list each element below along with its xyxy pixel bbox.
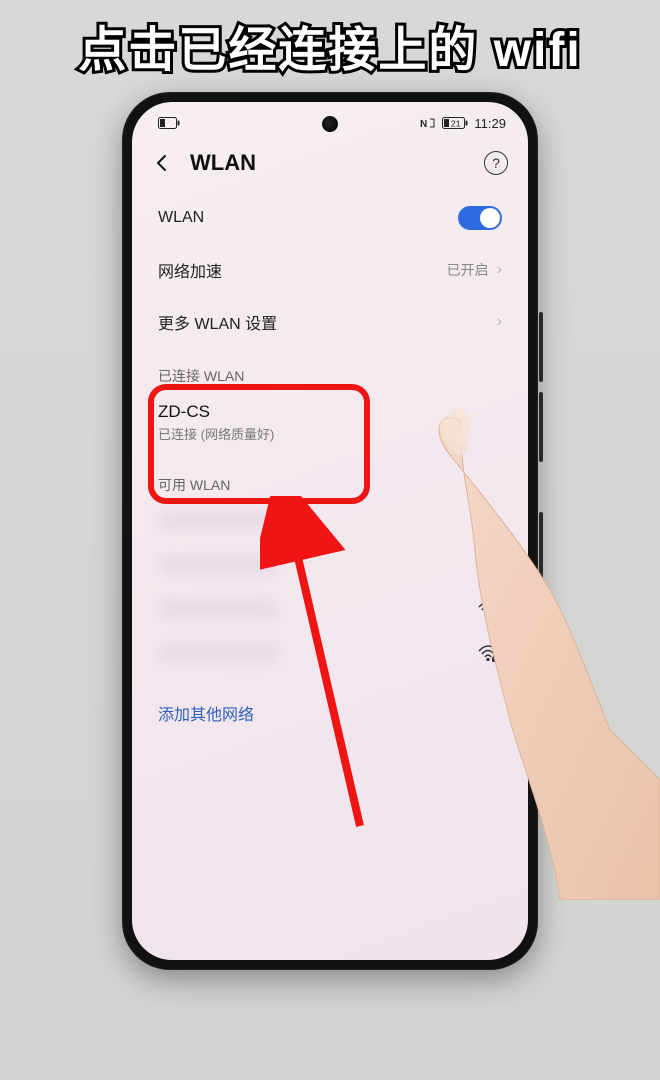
add-network-link[interactable]: 添加其他网络 [138,677,522,749]
help-icon[interactable]: ? [484,151,508,175]
volume-down-button [539,392,543,462]
wlan-toggle-label: WLAN [158,209,458,227]
available-network-item[interactable] [138,501,522,545]
network-accel-value: 已开启 [447,260,489,280]
settings-content: WLAN 网络加速 已开启 › 更多 WLAN 设置 › 已连接 WLAN ZD… [132,192,528,749]
power-button [539,512,543,602]
svg-text:21: 21 [451,119,461,129]
network-accel-label: 网络加速 [158,258,447,282]
wifi-lock-icon [474,599,502,619]
network-accel-row[interactable]: 网络加速 已开启 › [138,244,522,296]
available-network-item[interactable] [138,545,522,589]
available-network-item[interactable] [138,633,522,677]
available-network-item[interactable] [138,589,522,633]
blurred-ssid [158,511,278,531]
battery-status-icon [158,117,180,129]
more-wlan-label: 更多 WLAN 设置 [158,310,497,334]
chevron-right-icon: › [497,313,502,331]
connected-ssid: ZD-CS [158,402,502,422]
battery-right-icon: 21 [442,117,468,129]
connected-section-label: 已连接 WLAN [138,348,522,392]
instruction-caption: 点击已经连接上的 wifi [0,10,660,80]
front-camera [322,116,338,132]
wlan-toggle-row[interactable]: WLAN [138,192,522,244]
blurred-ssid [158,643,278,663]
phone-frame: N 21 11:29 WLAN ? WL [122,92,538,970]
blurred-ssid [158,555,278,575]
volume-up-button [539,312,543,382]
chevron-right-icon: › [497,261,502,279]
status-time: 11:29 [474,116,506,131]
svg-text:N: N [420,119,428,129]
wifi-lock-icon [474,511,502,531]
wlan-toggle-switch[interactable] [458,206,502,230]
connected-network-item[interactable]: ZD-CS 已连接 (网络质量好) [138,392,522,457]
phone-screen: N 21 11:29 WLAN ? WL [132,102,528,960]
page-title: WLAN [190,150,256,176]
blurred-ssid [158,599,278,619]
page-header: WLAN ? [132,144,528,192]
wifi-lock-icon [474,643,502,663]
available-section-label: 可用 WLAN [138,457,522,501]
back-icon[interactable] [152,153,172,173]
wifi-lock-icon [474,555,502,575]
more-wlan-row[interactable]: 更多 WLAN 设置 › [138,296,522,348]
nfc-icon: N [420,117,436,129]
connected-status: 已连接 (网络质量好) [158,424,502,443]
available-networks-list [138,501,522,677]
